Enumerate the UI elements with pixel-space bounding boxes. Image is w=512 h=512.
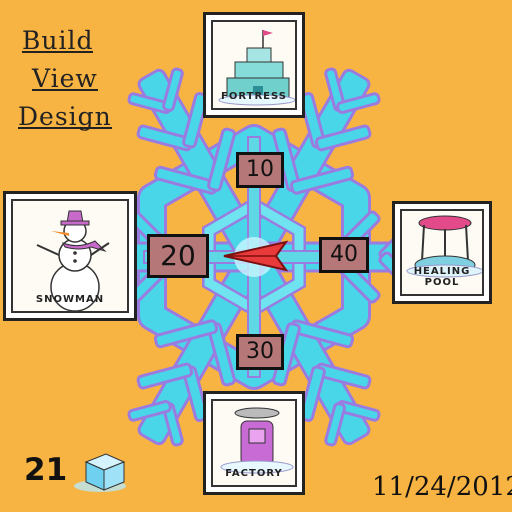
snowman-card[interactable]: SNOWMAN — [3, 191, 137, 321]
direction-up-value[interactable]: 10 — [236, 152, 284, 188]
healing-pool-card[interactable]: HEALING POOL — [392, 201, 492, 304]
factory-card[interactable]: FACTORY — [203, 391, 305, 495]
fortress-label: FORTRESS — [221, 91, 287, 102]
ice-count: 21 — [24, 452, 68, 488]
fortress-card[interactable]: FORTRESS — [203, 12, 305, 118]
direction-pointer-icon[interactable] — [220, 238, 290, 274]
date-label: 11/24/2012 — [372, 472, 512, 502]
factory-label: FACTORY — [225, 468, 283, 479]
direction-down-value[interactable]: 30 — [236, 334, 284, 370]
ice-cube-icon — [74, 453, 126, 492]
direction-left-value[interactable]: 20 — [147, 234, 209, 278]
snowman-label: SNOWMAN — [35, 294, 105, 305]
direction-right-value[interactable]: 40 — [319, 237, 369, 273]
healing-pool-label: HEALING POOL — [413, 266, 471, 288]
